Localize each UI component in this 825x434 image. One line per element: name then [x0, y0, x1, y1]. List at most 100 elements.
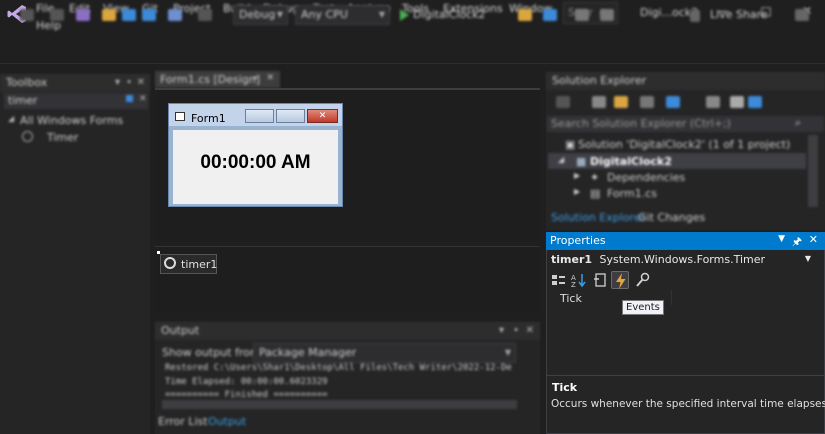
- solution-scrollbar[interactable]: [808, 135, 818, 207]
- solution-explorer-title-bar: Solution Explorer: [546, 72, 825, 90]
- dropdown-icon[interactable]: ▼: [778, 234, 785, 244]
- undo-icon[interactable]: [168, 9, 182, 21]
- solution-search-input[interactable]: Search Solution Explorer (Ctrl+;): [547, 116, 824, 132]
- form1-file-row[interactable]: Form1.cs: [607, 187, 657, 200]
- tab-close-icon[interactable]: ✕: [266, 73, 274, 83]
- search-icon[interactable]: ⌕: [795, 116, 801, 130]
- standard-toolbar: [0, 34, 825, 64]
- object-selector[interactable]: timer1 System.Windows.Forms.Timer ▼: [551, 253, 821, 269]
- new-project-icon[interactable]: [76, 9, 90, 21]
- pin-icon[interactable]: •: [513, 325, 519, 336]
- properties-view-icon[interactable]: [591, 271, 609, 289]
- dependencies-icon: ✦: [590, 171, 600, 184]
- pending-changes-icon[interactable]: [640, 96, 654, 108]
- close-icon[interactable]: ✕: [137, 77, 145, 88]
- toolbox-group[interactable]: All Windows Forms: [20, 114, 123, 127]
- tab-error-list[interactable]: Error List: [158, 415, 208, 428]
- tab-solution-explorer[interactable]: Solution Explorer: [551, 211, 645, 224]
- toolbar-misc-icon-2[interactable]: [600, 9, 614, 21]
- svg-text:Z: Z: [571, 281, 576, 289]
- toolbar-misc-icon[interactable]: [575, 9, 589, 21]
- output-line: Time Elapsed: 00:00:00.6023329: [165, 377, 328, 387]
- form1-client-area[interactable]: 00:00:00 AM: [173, 130, 338, 204]
- tab-git-changes[interactable]: Git Changes: [638, 211, 705, 224]
- chevron-down-icon: ▼: [276, 10, 283, 19]
- output-line: ========== Finished ==========: [165, 390, 328, 398]
- sol-back-icon[interactable]: [556, 96, 570, 108]
- platform-dropdown[interactable]: Any CPU ▼: [295, 5, 390, 25]
- expand-icon[interactable]: ▶: [574, 187, 580, 196]
- alphabetical-icon[interactable]: AZ: [569, 271, 587, 289]
- selected-row-highlight: [548, 153, 806, 169]
- tab-output[interactable]: Output: [208, 415, 246, 428]
- clear-search-icon[interactable]: ✕: [139, 94, 147, 104]
- start-debugging-icon[interactable]: [400, 9, 409, 21]
- dropdown-icon[interactable]: ▾: [115, 77, 120, 88]
- toolbox-title: Toolbox: [6, 76, 48, 89]
- timer-tool-icon: [22, 131, 33, 142]
- save-all-icon[interactable]: [142, 9, 156, 21]
- events-lightning-icon[interactable]: [611, 271, 629, 289]
- form1-title-bar[interactable]: Form1 ✕: [169, 104, 342, 126]
- pin-icon[interactable]: 🖈: [792, 233, 802, 252]
- form-maximize-icon[interactable]: [276, 109, 305, 123]
- form1-window[interactable]: Form1 ✕ 00:00:00 AM: [168, 103, 343, 207]
- tab-pin-icon[interactable]: •: [253, 74, 258, 84]
- close-icon[interactable]: ✕: [526, 325, 534, 336]
- clock-label[interactable]: 00:00:00 AM: [173, 152, 338, 174]
- chevron-down-icon: ▼: [504, 348, 511, 357]
- browser-icon[interactable]: [543, 9, 557, 21]
- live-share-button[interactable]: Live Share: [710, 8, 768, 21]
- open-folder-icon[interactable]: [102, 9, 116, 21]
- live-share-icon[interactable]: [690, 10, 700, 22]
- description-divider: [547, 375, 824, 376]
- collapse-all-icon[interactable]: [706, 96, 720, 108]
- solution-row[interactable]: Solution 'DigitalClock2' (1 of 1 project…: [578, 138, 790, 151]
- tab-label: Form1.cs [Design]: [160, 73, 261, 86]
- output-line: Restored C:\Users\Shar1\Desktop\All File…: [165, 363, 512, 373]
- categorized-icon[interactable]: [549, 271, 567, 289]
- pin-icon[interactable]: •: [126, 77, 132, 88]
- dropdown-icon[interactable]: ▾: [499, 325, 504, 336]
- run-target-button[interactable]: DigitalClock2: [413, 8, 486, 21]
- solution-explorer-title: Solution Explorer: [552, 74, 647, 87]
- toolbox-panel: [0, 74, 150, 434]
- switch-view-icon[interactable]: [614, 96, 628, 108]
- properties-title-bar: Properties ▼ 🖈 ✕: [546, 232, 825, 250]
- output-title-bar: Output ▾ • ✕: [155, 322, 540, 340]
- tick-event-name[interactable]: Tick: [560, 292, 582, 305]
- redo-icon[interactable]: [198, 9, 212, 21]
- home-icon[interactable]: [592, 96, 606, 108]
- timer-icon: [164, 257, 176, 269]
- close-icon[interactable]: ✕: [809, 233, 818, 246]
- back-icon[interactable]: [20, 9, 34, 21]
- expand-icon[interactable]: ◢: [558, 155, 564, 164]
- sync-icon[interactable]: [666, 96, 680, 108]
- preview-icon[interactable]: [748, 96, 762, 108]
- project-icon: ■: [576, 155, 587, 168]
- form-close-icon[interactable]: ✕: [307, 109, 338, 123]
- form-minimize-icon[interactable]: [245, 109, 274, 123]
- toolbox-search-value: timer: [8, 94, 38, 107]
- project-row[interactable]: DigitalClock2: [590, 155, 672, 168]
- forward-icon[interactable]: [50, 9, 64, 21]
- search-options-icon[interactable]: [126, 95, 133, 102]
- attach-icon[interactable]: [518, 9, 532, 21]
- tab-form1-design[interactable]: Form1.cs [Design] • ✕: [155, 71, 280, 88]
- output-title: Output: [161, 324, 200, 337]
- toolbox-item-timer[interactable]: Timer: [47, 131, 78, 144]
- dependencies-row[interactable]: Dependencies: [607, 171, 685, 184]
- solution-search-placeholder: Search Solution Explorer (Ctrl+;): [551, 117, 731, 130]
- output-source-dropdown[interactable]: Package Manager ▼: [253, 343, 516, 363]
- expand-group-icon[interactable]: ◢: [8, 114, 14, 123]
- save-icon[interactable]: [122, 9, 136, 21]
- platform-value: Any CPU: [301, 8, 348, 21]
- configuration-dropdown[interactable]: Debug ▼: [233, 5, 288, 25]
- property-pages-wrench-icon[interactable]: [634, 271, 652, 289]
- properties-icon[interactable]: [730, 96, 744, 108]
- object-type: System.Windows.Forms.Timer: [599, 253, 766, 266]
- expand-icon[interactable]: ▶: [574, 171, 580, 180]
- account-icon[interactable]: [795, 9, 809, 21]
- output-scrollbar[interactable]: [162, 400, 517, 409]
- chevron-down-icon[interactable]: ▼: [805, 254, 811, 263]
